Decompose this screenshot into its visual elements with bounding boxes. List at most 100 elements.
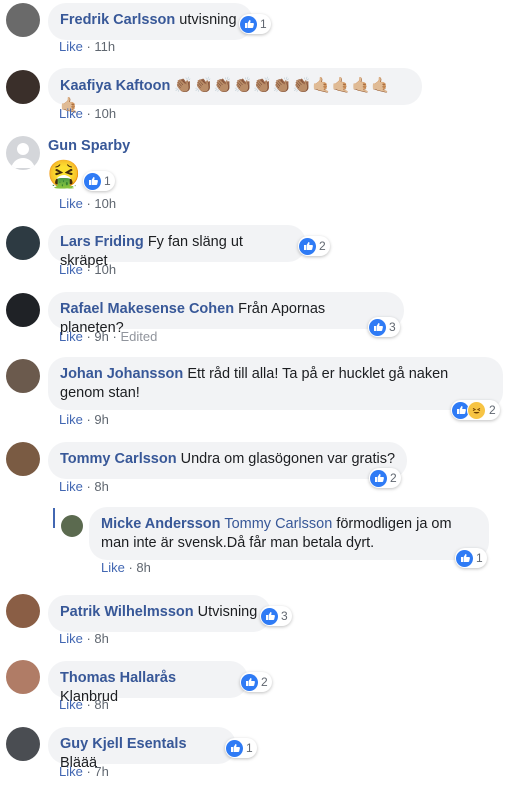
comment-actions: Like · 8h xyxy=(59,697,109,712)
comment-author[interactable]: Tommy Carlsson xyxy=(60,451,177,467)
reaction-count: 1 xyxy=(476,551,483,565)
comment-author[interactable]: Kaafiya Kaftoon xyxy=(60,78,170,94)
comment-time[interactable]: 10h xyxy=(94,262,116,277)
reaction-badge[interactable]: 2 xyxy=(298,236,330,256)
comment-bubble: Rafael Makesense Cohen Från Apornas plan… xyxy=(48,292,404,336)
comment-actions: Like · 7h xyxy=(59,764,109,779)
comment-author[interactable]: Rafael Makesense Cohen xyxy=(60,301,234,317)
comment-time[interactable]: 8h xyxy=(94,697,108,712)
like-reaction-icon xyxy=(261,607,278,625)
comment-time[interactable]: 9h xyxy=(94,412,108,427)
comment-time[interactable]: 8h xyxy=(94,479,108,494)
comment-author[interactable]: Lars Friding xyxy=(60,234,144,250)
comment-time[interactable]: 8h xyxy=(94,631,108,646)
avatar[interactable] xyxy=(6,293,40,327)
comment-author[interactable]: Johan Johansson xyxy=(60,366,183,382)
reaction-badge[interactable]: 3 xyxy=(368,317,400,337)
reaction-badge[interactable]: 2 xyxy=(369,468,401,488)
reply-thread-line xyxy=(53,508,55,528)
reaction-badge[interactable]: 2 xyxy=(451,400,500,420)
comment-time[interactable]: 7h xyxy=(94,764,108,779)
reaction-count: 3 xyxy=(389,320,396,334)
comment-text: Utvisning xyxy=(197,604,258,620)
comment-actions: Like · 8h xyxy=(59,479,109,494)
like-link[interactable]: Like xyxy=(59,106,83,121)
comment-author[interactable]: Patrik Wilhelmsson xyxy=(60,604,194,620)
like-reaction-icon xyxy=(299,237,316,255)
comment-text: Undra om glasögonen var gratis? xyxy=(180,451,396,467)
avatar[interactable] xyxy=(6,3,40,37)
reaction-badge[interactable]: 1 xyxy=(225,738,257,758)
comment-author[interactable]: Gun Sparby xyxy=(48,138,130,154)
comment-actions: Like · 10h xyxy=(59,106,117,121)
reaction-count: 2 xyxy=(489,403,496,417)
comment-time[interactable]: 11h xyxy=(94,39,115,54)
reaction-count: 2 xyxy=(319,239,326,253)
comment-bubble: Johan Johansson Ett råd till alla! Ta på… xyxy=(48,357,503,410)
reaction-count: 2 xyxy=(261,675,268,689)
avatar[interactable] xyxy=(6,442,40,476)
avatar[interactable] xyxy=(6,70,40,104)
comment-bubble: Guy Kjell Esentals Bläää xyxy=(48,727,236,771)
avatar[interactable] xyxy=(6,660,40,694)
comment-author[interactable]: Fredrik Carlsson xyxy=(60,12,175,28)
comment-actions: Like · 9h · Edited xyxy=(59,329,158,344)
like-link[interactable]: Like xyxy=(59,329,83,344)
comment-bubble: Lars Friding Fy fan släng ut skräpet xyxy=(48,225,306,269)
comment-mention[interactable]: Tommy Carlsson xyxy=(224,516,332,532)
default-avatar-icon xyxy=(11,143,35,168)
like-link[interactable]: Like xyxy=(59,196,83,211)
reaction-badge[interactable]: 1 xyxy=(83,171,115,191)
avatar[interactable] xyxy=(6,359,40,393)
reaction-badge[interactable]: 1 xyxy=(239,14,271,34)
comment-emoji: 🤮 xyxy=(47,159,81,189)
comment-text-line1: förmodligen ja om xyxy=(336,516,452,532)
avatar[interactable] xyxy=(6,226,40,260)
reaction-badge[interactable]: 1 xyxy=(455,548,487,568)
like-link[interactable]: Like xyxy=(59,412,83,427)
like-reaction-icon xyxy=(84,172,101,190)
haha-reaction-icon xyxy=(467,400,486,420)
avatar[interactable] xyxy=(6,727,40,761)
reaction-count: 2 xyxy=(390,471,397,485)
reaction-count: 3 xyxy=(281,609,288,623)
comment-bubble: Fredrik Carlsson utvisning xyxy=(48,3,253,40)
comment-actions: Like · 10h xyxy=(59,196,117,211)
comment-actions: Like · 8h xyxy=(101,560,151,575)
avatar[interactable] xyxy=(6,594,40,628)
comment-author[interactable]: Thomas Hallarås xyxy=(60,670,176,686)
like-link[interactable]: Like xyxy=(101,560,125,575)
like-reaction-icon xyxy=(240,15,257,33)
comment-time[interactable]: 10h xyxy=(94,196,116,211)
comment-time[interactable]: 8h xyxy=(136,560,150,575)
comment-bubble: Kaafiya Kaftoon 👏🏽👏🏽👏🏽👏🏽👏🏽👏🏽👏🏽🤙🏼🤙🏼🤙🏼🤙🏼🤙🏼 xyxy=(48,68,422,114)
reaction-badge[interactable]: 2 xyxy=(240,672,272,692)
comment-time[interactable]: 10h xyxy=(94,106,116,121)
like-link[interactable]: Like xyxy=(59,39,83,54)
comment-actions: Like · 8h xyxy=(59,631,109,646)
like-reaction-icon xyxy=(369,318,386,336)
avatar[interactable] xyxy=(6,136,40,170)
comment-text-line1: Ett råd till alla! Ta på er hucklet gå n… xyxy=(187,366,449,382)
comment-text-line2: genom stan! xyxy=(60,385,140,401)
edited-label[interactable]: Edited xyxy=(120,329,157,344)
like-link[interactable]: Like xyxy=(59,764,83,779)
like-link[interactable]: Like xyxy=(59,479,83,494)
like-link[interactable]: Like xyxy=(59,631,83,646)
reaction-count: 1 xyxy=(260,17,267,31)
comment-actions: Like · 11h xyxy=(59,39,116,54)
like-link[interactable]: Like xyxy=(59,262,83,277)
comment-author[interactable]: Guy Kjell Esentals xyxy=(60,736,187,752)
comment-text-line2: man inte är svensk.Då får man betala dyr… xyxy=(101,535,375,551)
like-reaction-icon xyxy=(241,673,258,691)
comment-author[interactable]: Micke Andersson xyxy=(101,516,221,532)
comment-text: utvisning xyxy=(179,12,237,28)
comment-bubble: Thomas Hallarås Klanbrud xyxy=(48,661,248,705)
comment-bubble: Tommy Carlsson Undra om glasögonen var g… xyxy=(48,442,407,479)
comment-bubble: Micke Andersson Tommy Carlsson förmodlig… xyxy=(89,507,489,560)
avatar[interactable] xyxy=(61,515,83,537)
like-link[interactable]: Like xyxy=(59,697,83,712)
comment-time[interactable]: 9h xyxy=(94,329,108,344)
comment-bubble: Patrik Wilhelmsson Utvisning xyxy=(48,595,271,632)
reaction-badge[interactable]: 3 xyxy=(260,606,292,626)
